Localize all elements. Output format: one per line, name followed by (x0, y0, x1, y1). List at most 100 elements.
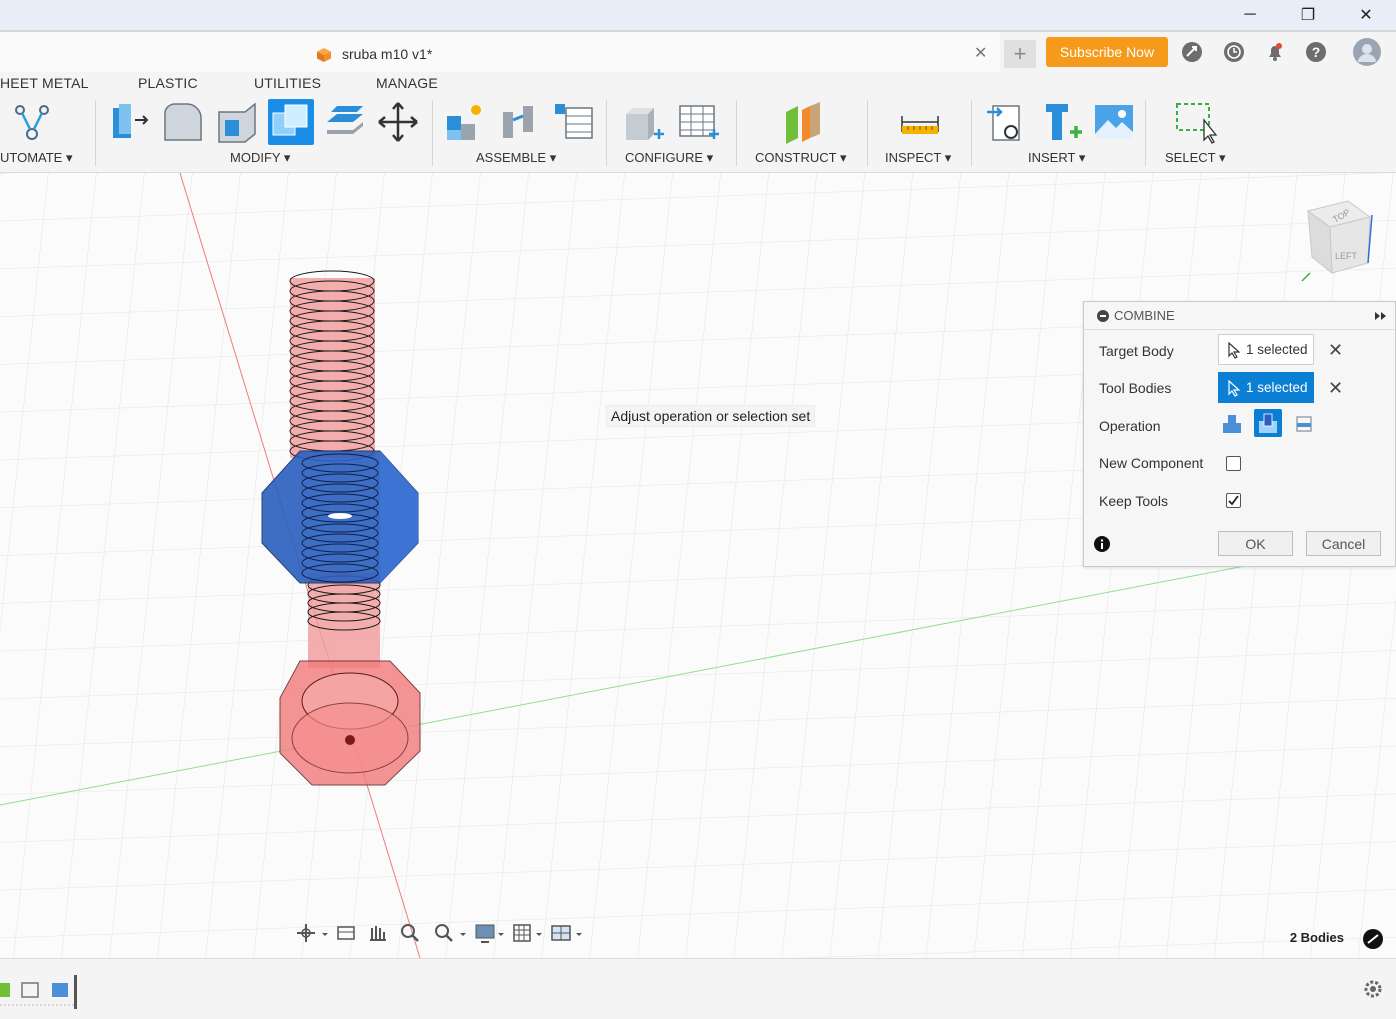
configure-icon[interactable] (622, 100, 666, 144)
configuration-table-icon[interactable] (677, 100, 721, 144)
ribbon-divider (432, 100, 433, 166)
viewcube-left-label[interactable]: LEFT (1335, 251, 1358, 261)
tab-utilities[interactable]: UTILITIES (254, 75, 321, 91)
collapse-icon[interactable] (1097, 310, 1109, 322)
ribbon-divider (736, 100, 737, 166)
title-bar: ─ ❐ ✕ (0, 0, 1396, 30)
pan-icon[interactable] (370, 926, 386, 941)
press-pull-icon[interactable] (107, 100, 151, 144)
document-tab[interactable]: sruba m10 v1* ✕ (0, 32, 1000, 74)
visual-style-icon[interactable] (1363, 929, 1383, 949)
insert-mcmaster-icon[interactable] (1040, 100, 1084, 144)
grid-settings-icon[interactable] (513, 924, 542, 942)
group-modify[interactable]: MODIFY ▾ (230, 150, 290, 166)
clear-target-body-button[interactable]: ✕ (1328, 340, 1343, 361)
avatar[interactable] (1352, 37, 1382, 67)
construct-plane-icon[interactable] (780, 100, 824, 144)
target-body-selector[interactable]: 1 selected (1218, 334, 1314, 365)
settings-gear-icon[interactable] (1363, 979, 1383, 999)
status-tooltip: Adjust operation or selection set (606, 405, 816, 427)
help-icon[interactable]: ? (1305, 41, 1327, 63)
target-body-value: 1 selected (1246, 342, 1308, 357)
extensions-icon[interactable] (1181, 41, 1203, 63)
ribbon-divider (971, 100, 972, 166)
tool-bodies-value: 1 selected (1246, 380, 1308, 395)
look-at-icon[interactable] (337, 926, 355, 940)
job-status-icon[interactable] (1223, 41, 1245, 63)
zoom-icon[interactable] (401, 924, 419, 942)
group-automate[interactable]: UTOMATE ▾ (0, 150, 73, 166)
document-title: sruba m10 v1* (342, 46, 433, 62)
intersect-operation-icon[interactable] (1290, 409, 1318, 437)
ribbon-divider (606, 100, 607, 166)
group-configure[interactable]: CONFIGURE ▾ (625, 150, 713, 166)
measure-icon[interactable] (898, 100, 942, 144)
clear-tool-bodies-button[interactable]: ✕ (1328, 378, 1343, 399)
tool-bodies-label: Tool Bodies (1099, 380, 1172, 396)
canvas-viewport[interactable]: TOP LEFT Adjust operation or selection s… (0, 173, 1396, 958)
display-settings-icon[interactable] (475, 924, 504, 943)
restore-button[interactable]: ❐ (1285, 0, 1331, 30)
select-window-icon[interactable] (1174, 100, 1218, 144)
close-window-button[interactable]: ✕ (1343, 0, 1389, 30)
checkmark-icon (1228, 495, 1239, 506)
group-insert[interactable]: INSERT ▾ (1028, 150, 1085, 166)
tab-plastic[interactable]: PLASTIC (138, 75, 198, 91)
join-operation-icon[interactable] (1218, 409, 1246, 437)
timeline-marker[interactable] (74, 975, 77, 1009)
info-icon[interactable] (1094, 536, 1110, 552)
joint-table-icon[interactable] (552, 100, 596, 144)
group-select[interactable]: SELECT ▾ (1165, 150, 1225, 166)
timeline-feature-icon[interactable] (0, 983, 10, 997)
move-icon[interactable] (376, 100, 420, 144)
expand-icon[interactable] (1374, 311, 1388, 321)
notifications-icon[interactable] (1264, 41, 1286, 63)
group-inspect[interactable]: INSPECT ▾ (885, 150, 951, 166)
cancel-button[interactable]: Cancel (1306, 531, 1381, 556)
cursor-icon (1228, 380, 1240, 397)
tool-bodies-selector[interactable]: 1 selected (1218, 372, 1314, 403)
operation-label: Operation (1099, 418, 1161, 434)
fillet-icon[interactable] (161, 100, 205, 144)
replace-face-icon[interactable] (323, 100, 367, 144)
close-tab-icon[interactable]: ✕ (974, 43, 987, 63)
combine-dialog-title: COMBINE (1114, 308, 1175, 323)
new-tab-button[interactable]: + (1004, 40, 1036, 68)
new-component-icon[interactable] (443, 100, 487, 144)
group-assemble[interactable]: ASSEMBLE ▾ (476, 150, 556, 166)
shell-icon[interactable] (215, 100, 259, 144)
automate-icon[interactable] (10, 100, 54, 144)
nut-body[interactable] (261, 450, 419, 584)
combine-dialog-header[interactable]: COMBINE (1084, 302, 1395, 330)
keep-tools-checkbox[interactable] (1226, 493, 1241, 508)
cut-operation-icon[interactable] (1254, 409, 1282, 437)
timeline[interactable] (0, 975, 90, 1009)
timeline-sketch-icon[interactable] (21, 982, 39, 998)
bodies-count: 2 Bodies (1289, 930, 1344, 945)
new-component-checkbox[interactable] (1226, 456, 1241, 471)
combine-icon[interactable] (268, 99, 314, 145)
navigation-toolbar (297, 924, 582, 943)
toolbar-ribbon: HEET METAL PLASTIC UTILITIES MANAGE UTOM… (0, 72, 1396, 173)
component-icon (317, 48, 331, 62)
minimize-button[interactable]: ─ (1227, 0, 1273, 30)
timeline-combine-icon[interactable] (52, 983, 68, 997)
ribbon-divider (867, 100, 868, 166)
tab-manage[interactable]: MANAGE (376, 75, 438, 91)
viewports-icon[interactable] (551, 925, 582, 941)
fit-icon[interactable] (435, 924, 466, 942)
ok-button[interactable]: OK (1218, 531, 1293, 556)
new-component-label: New Component (1099, 455, 1204, 471)
joint-icon[interactable] (497, 100, 541, 144)
group-construct[interactable]: CONSTRUCT ▾ (755, 150, 847, 166)
svg-text:?: ? (1312, 44, 1321, 60)
ribbon-divider (95, 100, 96, 166)
keep-tools-label: Keep Tools (1099, 493, 1169, 509)
orbit-icon[interactable] (297, 924, 328, 942)
insert-canvas-icon[interactable] (1092, 100, 1136, 144)
tab-sheet-metal[interactable]: HEET METAL (0, 75, 89, 91)
insert-derive-icon[interactable] (985, 100, 1029, 144)
combine-dialog: COMBINE Target Body 1 selected ✕ Tool Bo… (1083, 301, 1396, 567)
subscribe-button[interactable]: Subscribe Now (1046, 37, 1168, 67)
ribbon-divider (1145, 100, 1146, 166)
